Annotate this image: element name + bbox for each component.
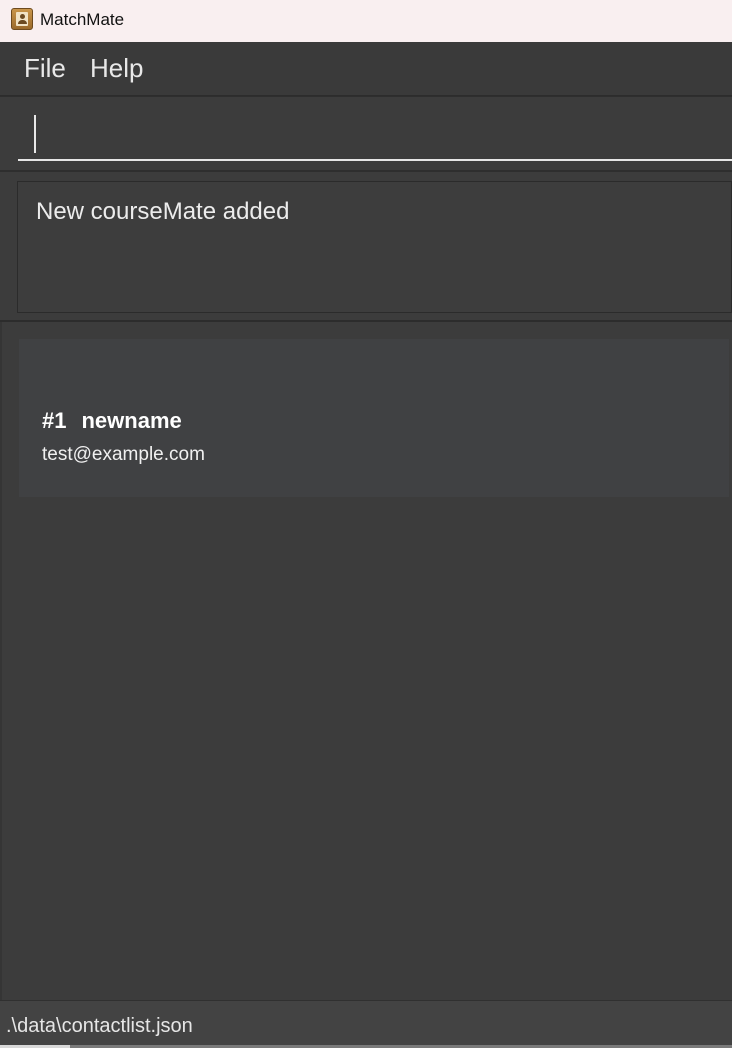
title-bar: MatchMate [0,0,732,42]
text-caret [34,115,36,153]
menu-bar: File Help [0,42,732,96]
card-index: #1 [42,408,67,433]
command-box [0,96,732,172]
app-window: MatchMate File Help New courseMate added… [0,0,732,1048]
card-email: test@example.com [42,444,205,465]
result-display: New courseMate added [0,172,732,322]
list-item[interactable]: #1 newname test@example.com [19,339,729,497]
coursemate-list[interactable]: #1 newname test@example.com [0,322,732,1000]
address-book-icon [11,8,33,30]
menu-file[interactable]: File [24,53,66,84]
menu-help[interactable]: Help [90,53,143,84]
result-message: New courseMate added [36,198,290,225]
card-name: newname [81,408,182,433]
card-title: #1 newname [42,408,182,434]
command-input[interactable] [18,107,732,161]
window-title: MatchMate [40,10,125,29]
status-bar: .\data\contactlist.json [0,1000,732,1048]
save-file-path: .\data\contactlist.json [6,1015,193,1037]
result-text-area[interactable]: New courseMate added [17,181,732,313]
